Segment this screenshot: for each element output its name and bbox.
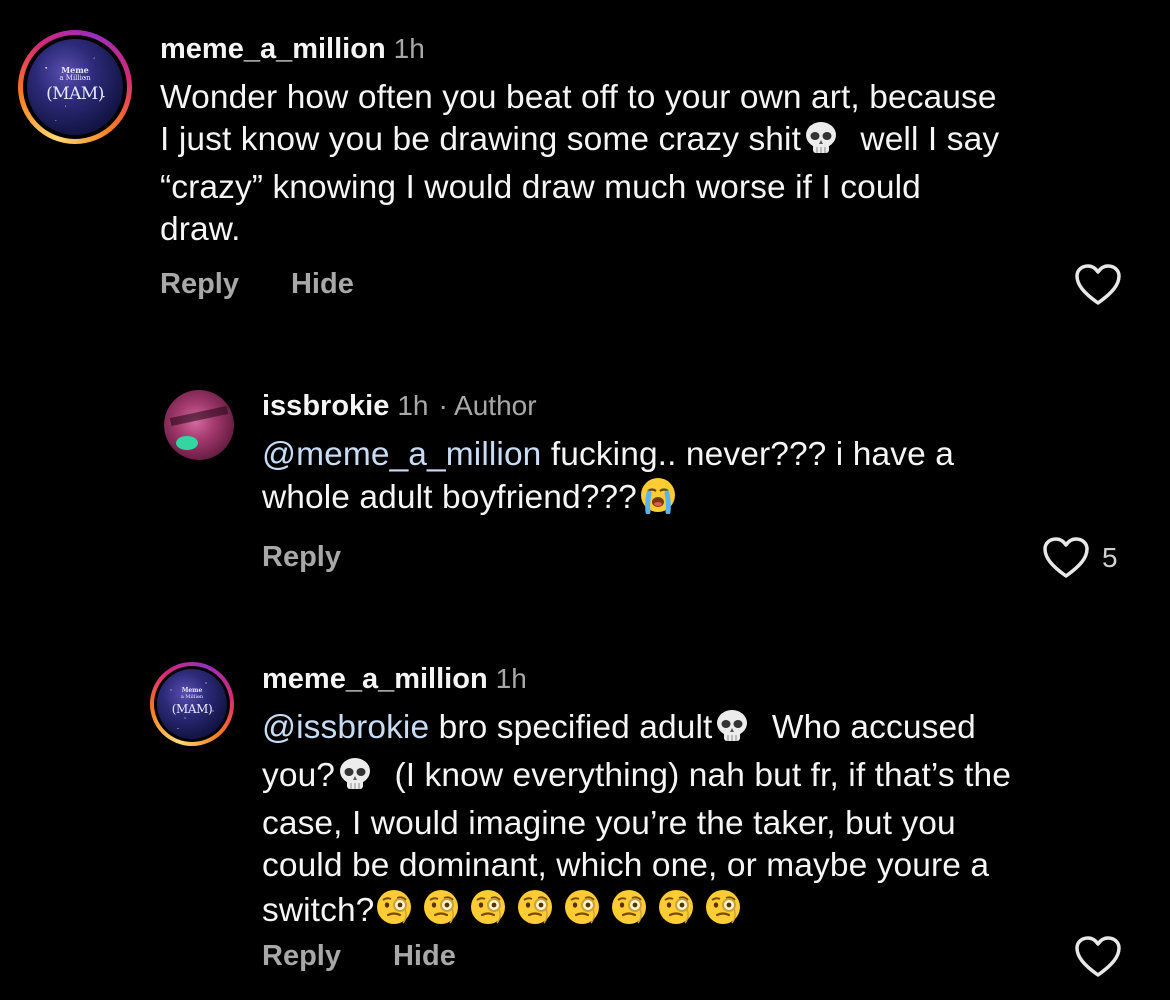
avatar[interactable]: Meme a Million (MAM): [157, 669, 227, 739]
heart-icon[interactable]: [1042, 536, 1090, 580]
face-with-monocle-emoji: [515, 887, 555, 938]
comment-username[interactable]: meme_a_million 1h: [160, 33, 425, 66]
reply-button[interactable]: Reply: [262, 940, 341, 972]
face-with-monocle-emoji: [562, 887, 602, 938]
mention-link[interactable]: @issbrokie: [262, 709, 429, 746]
monocle-emoji-row: [374, 890, 750, 929]
reply-button[interactable]: Reply: [262, 541, 341, 573]
hide-button[interactable]: Hide: [291, 268, 354, 300]
avatar[interactable]: [164, 390, 234, 460]
like-count[interactable]: 5: [1102, 542, 1118, 574]
heart-icon[interactable]: [1074, 935, 1122, 979]
heart-icon[interactable]: [1074, 263, 1122, 307]
comment-time: 1h: [495, 663, 527, 694]
skull-emoji: [337, 756, 373, 803]
author-tag: · Author: [438, 390, 537, 421]
comment-username[interactable]: meme_a_million 1h: [262, 663, 527, 696]
comment-text: @issbrokie bro specified adult Who accus…: [262, 707, 1142, 938]
skull-emoji: [714, 708, 750, 755]
mention-link[interactable]: @meme_a_million: [262, 436, 541, 473]
comment-actions: Reply Hide: [262, 940, 508, 973]
face-with-monocle-emoji: [421, 887, 461, 938]
comment-actions: Reply Hide: [160, 268, 406, 301]
reply-button[interactable]: Reply: [160, 268, 239, 300]
face-with-monocle-emoji: [703, 887, 743, 938]
skull-emoji: [803, 120, 839, 167]
avatar[interactable]: Meme a Million (MAM): [27, 39, 123, 135]
comment-time: 1h: [393, 33, 425, 64]
comment-text: @meme_a_million fucking.. never??? i hav…: [262, 434, 1142, 525]
loudly-crying-emoji: [639, 476, 677, 525]
hide-button[interactable]: Hide: [393, 940, 456, 972]
face-with-monocle-emoji: [374, 887, 414, 938]
comment-actions: Reply: [262, 541, 393, 574]
comment-text: Wonder how often you beat off to your ow…: [160, 79, 1000, 248]
face-with-monocle-emoji: [656, 887, 696, 938]
face-with-monocle-emoji: [468, 887, 508, 938]
face-with-monocle-emoji: [609, 887, 649, 938]
comments-thread: Meme a Million (MAM) meme_a_million 1h Wo…: [0, 0, 1170, 1000]
comment-username[interactable]: issbrokie 1h · Author: [262, 390, 537, 423]
comment-time: 1h: [397, 390, 429, 421]
